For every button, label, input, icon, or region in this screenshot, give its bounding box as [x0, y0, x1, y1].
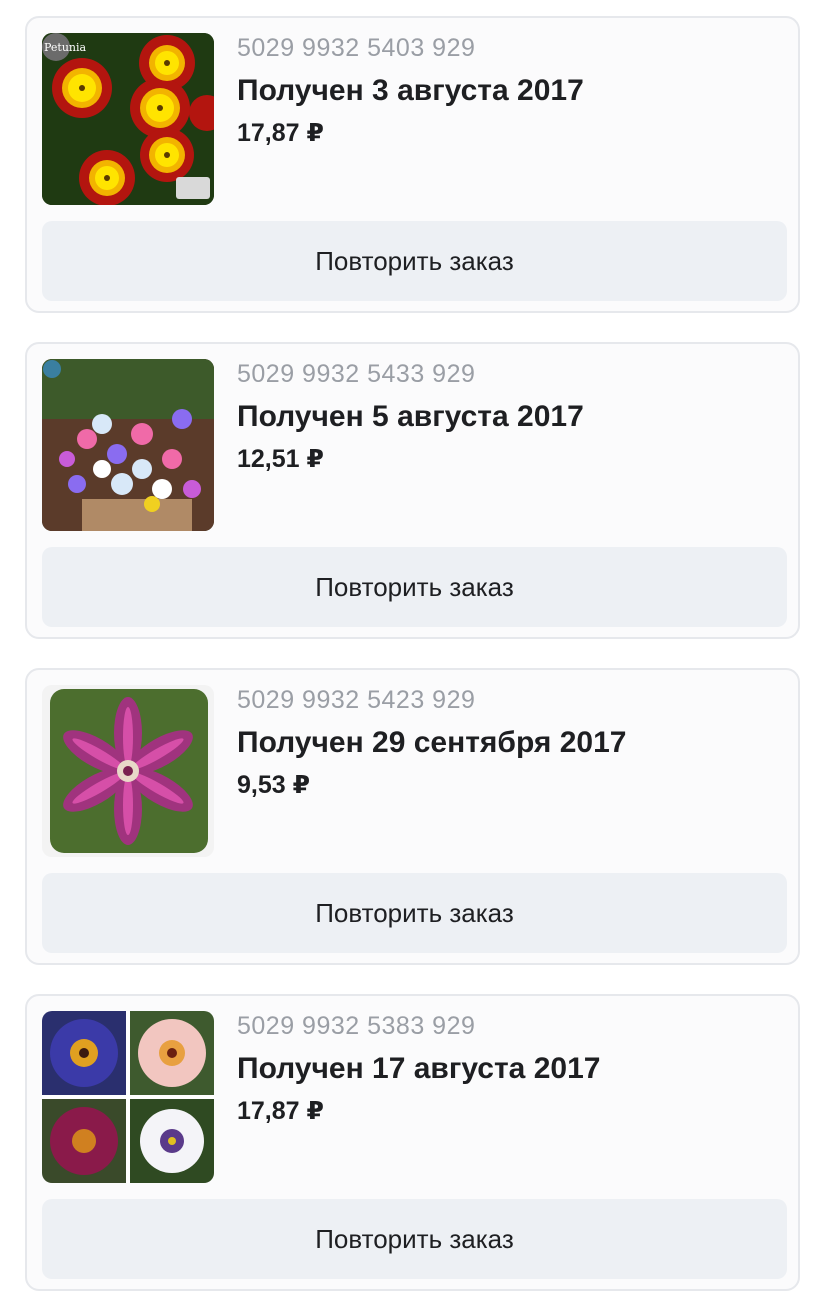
order-price: 17,87 ₽ — [237, 1097, 324, 1125]
order-number: 5029 9932 5423 929 — [237, 686, 476, 714]
order-status: Получен 3 августа 2017 — [237, 74, 584, 107]
order-status: Получен 17 августа 2017 — [237, 1052, 601, 1085]
repeat-order-button[interactable]: Повторить заказ — [42, 547, 787, 627]
repeat-order-button[interactable]: Повторить заказ — [42, 873, 787, 953]
repeat-order-button[interactable]: Повторить заказ — [42, 1199, 787, 1279]
order-price: 12,51 ₽ — [237, 445, 324, 473]
order-number: 5029 9932 5433 929 — [237, 360, 476, 388]
order-status: Получен 5 августа 2017 — [237, 400, 584, 433]
primula-flowers-image[interactable]: Petunia — [42, 33, 214, 205]
order-price: 9,53 ₽ — [237, 771, 310, 799]
salpiglossis-collage-image[interactable] — [42, 1011, 214, 1183]
order-card[interactable]: 5029 9932 5423 929 Получен 29 сентября 2… — [25, 668, 800, 965]
purple-clematis-image[interactable] — [42, 685, 214, 857]
order-card[interactable]: 5029 9932 5383 929 Получен 17 августа 20… — [25, 994, 800, 1291]
order-card[interactable]: 5029 9932 5433 929 Получен 5 августа 201… — [25, 342, 800, 639]
order-card[interactable]: Petunia 5029 9932 5403 929 Получен 3 авг… — [25, 16, 800, 313]
order-number: 5029 9932 5383 929 — [237, 1012, 476, 1040]
clematis-flowerpot-image[interactable] — [42, 359, 214, 531]
order-number: 5029 9932 5403 929 — [237, 34, 476, 62]
image-badge-text: Petunia — [44, 41, 87, 54]
repeat-order-button[interactable]: Повторить заказ — [42, 221, 787, 301]
order-status: Получен 29 сентября 2017 — [237, 726, 627, 759]
order-price: 17,87 ₽ — [237, 119, 324, 147]
